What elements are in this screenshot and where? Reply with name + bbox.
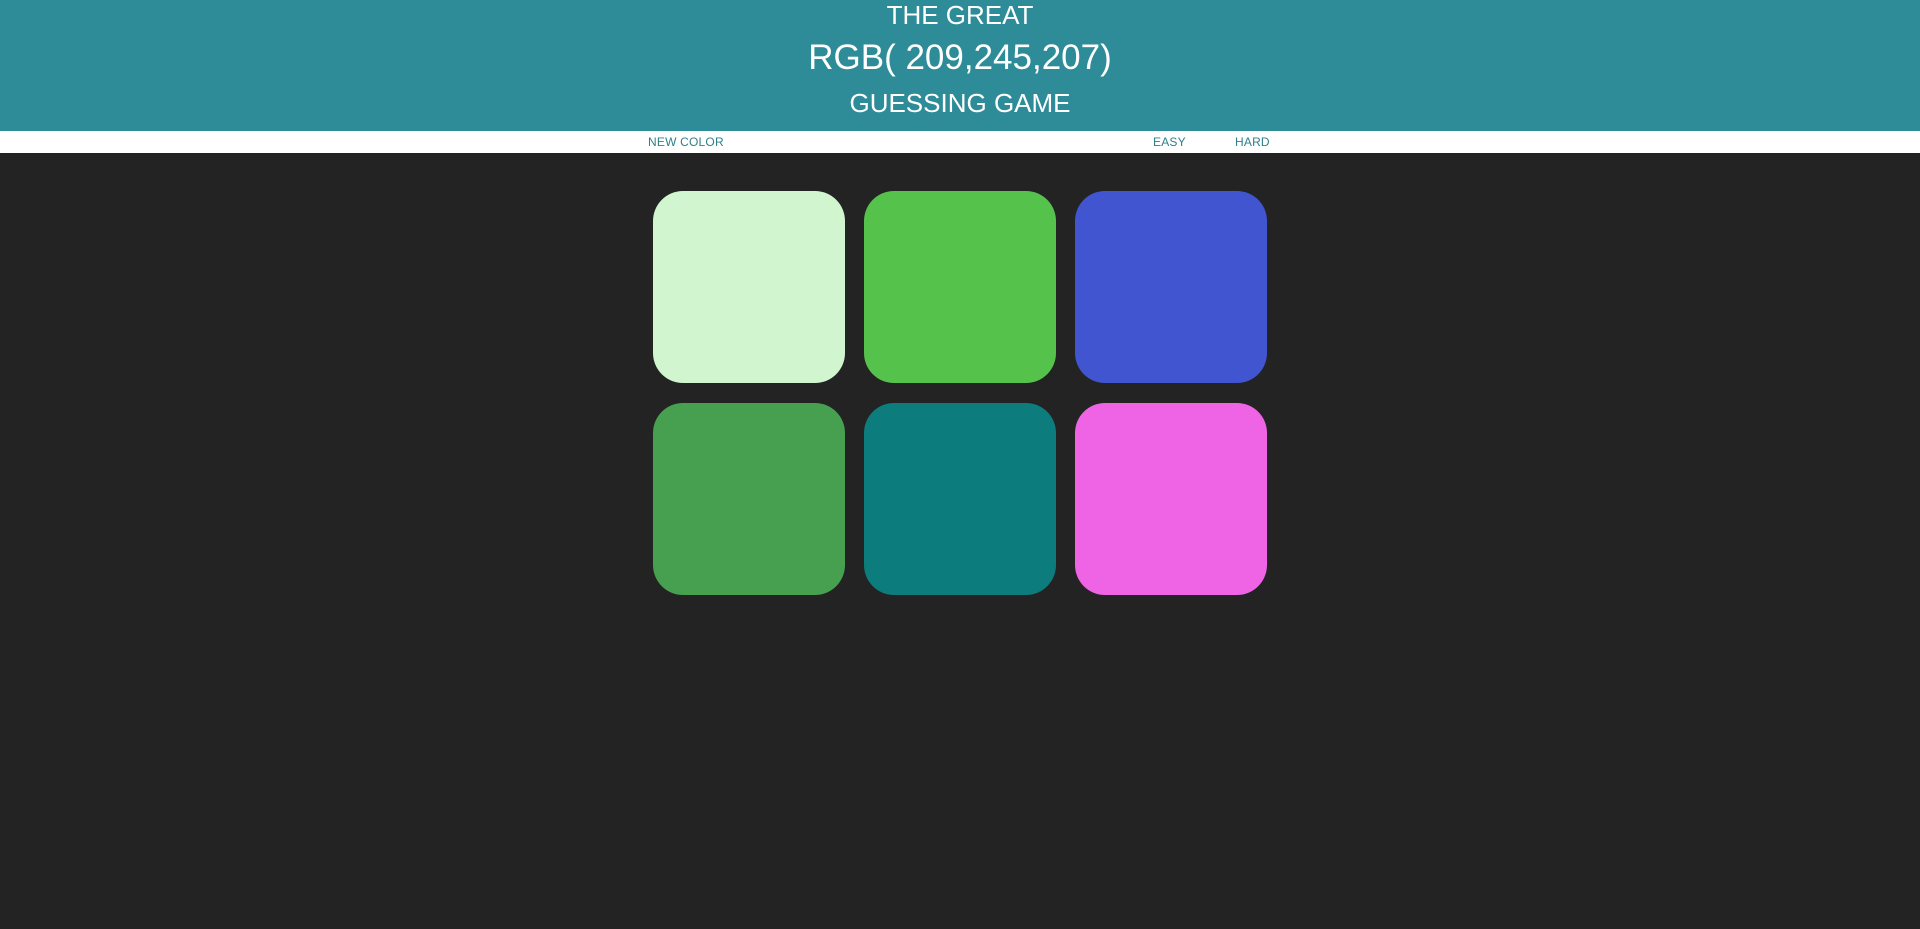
color-square-1[interactable] <box>653 191 845 383</box>
color-square-5[interactable] <box>864 403 1056 595</box>
rgb-target-display: RGB( 209,245,207) <box>808 38 1112 77</box>
hard-mode-button[interactable]: HARD <box>1235 134 1270 150</box>
title-line-1: THE GREAT <box>886 0 1034 30</box>
easy-mode-button[interactable]: EASY <box>1153 134 1186 150</box>
color-square-2[interactable] <box>864 191 1056 383</box>
color-board <box>0 153 1920 929</box>
color-square-6[interactable] <box>1075 403 1267 595</box>
game-page: THE GREAT RGB( 209,245,207) GUESSING GAM… <box>0 0 1920 929</box>
color-square-3[interactable] <box>1075 191 1267 383</box>
game-header: THE GREAT RGB( 209,245,207) GUESSING GAM… <box>0 0 1920 131</box>
controls-bar: NEW COLOR EASY HARD <box>0 131 1920 153</box>
color-square-4[interactable] <box>653 403 845 595</box>
title-line-3: GUESSING GAME <box>849 88 1071 118</box>
new-color-button[interactable]: NEW COLOR <box>648 134 724 150</box>
